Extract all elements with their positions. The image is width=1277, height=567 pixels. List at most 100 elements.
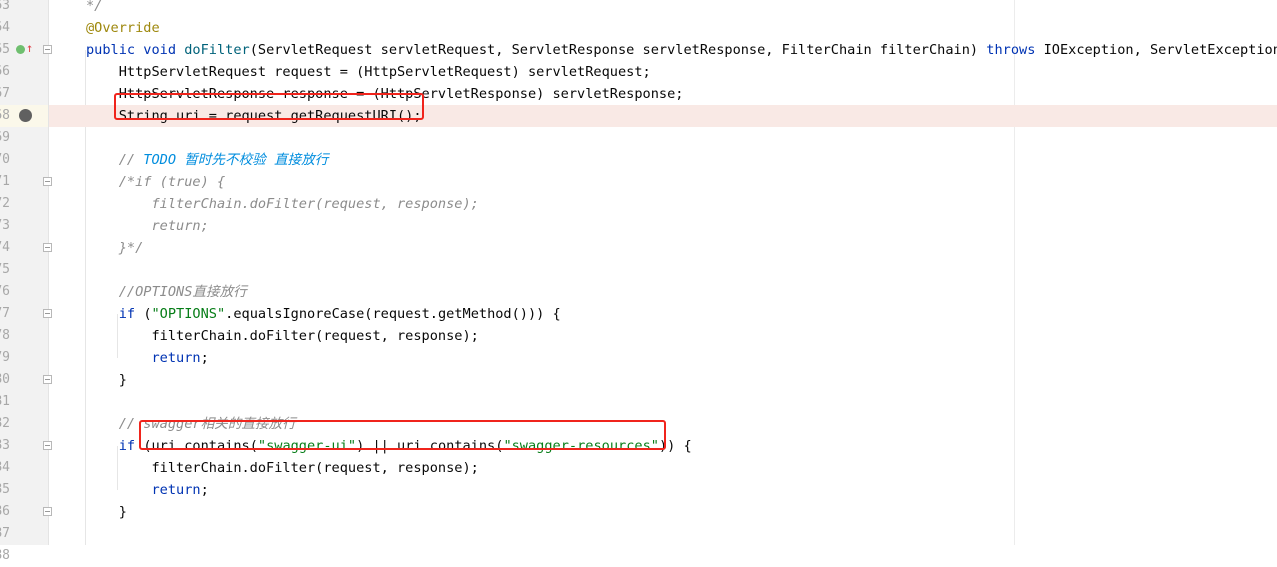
code-line[interactable]: 84 filterChain.doFilter(request, respons…: [0, 457, 1277, 479]
line-number[interactable]: 79: [0, 347, 10, 369]
code-token: //: [86, 152, 144, 168]
line-number[interactable]: 86: [0, 501, 10, 523]
line-number[interactable]: 73: [0, 215, 10, 237]
code-text: if ("OPTIONS".equalsIgnoreCase(request.g…: [86, 303, 561, 325]
line-number[interactable]: 78: [0, 325, 10, 347]
code-token: }: [86, 372, 127, 388]
code-text: }: [86, 369, 127, 391]
line-number[interactable]: 67: [0, 83, 10, 105]
line-background: [49, 171, 1277, 193]
implements-method-icon[interactable]: [16, 45, 25, 54]
line-number[interactable]: 87: [0, 523, 10, 545]
code-line[interactable]: 75: [0, 259, 1277, 281]
code-token: filterChain.doFilter(request, response);: [86, 328, 479, 344]
code-line[interactable]: 65 ↑ public void doFilter(ServletRequest s…: [0, 39, 1277, 61]
code-token: ;: [200, 350, 209, 366]
code-token: return: [151, 350, 201, 366]
code-text: filterChain.doFilter(request, response);: [86, 457, 478, 479]
code-line[interactable]: 64 @Override: [0, 17, 1277, 39]
line-number[interactable]: 80: [0, 369, 10, 391]
line-number[interactable]: 66: [0, 61, 10, 83]
code-text: //OPTIONS直接放行: [86, 281, 247, 303]
code-text: */: [86, 0, 102, 17]
code-line[interactable]: 73 return;: [0, 215, 1277, 237]
code-line[interactable]: 88: [0, 545, 1277, 567]
line-number[interactable]: 63: [0, 0, 10, 17]
line-background: [49, 369, 1277, 391]
code-line[interactable]: 74 }*/: [0, 237, 1277, 259]
code-text: filterChain.doFilter(request, response);: [86, 325, 479, 347]
breakpoint-icon[interactable]: [19, 109, 32, 122]
code-line[interactable]: 78 filterChain.doFilter(request, respons…: [0, 325, 1277, 347]
code-line[interactable]: 79 return;: [0, 347, 1277, 369]
code-token: (ServletRequest servletRequest, ServletR…: [249, 42, 987, 58]
line-background: [49, 523, 1277, 545]
line-number[interactable]: 76: [0, 281, 10, 303]
line-background: [49, 479, 1277, 501]
code-line[interactable]: 72 filterChain.doFilter(request, respons…: [0, 193, 1277, 215]
line-number[interactable]: 75: [0, 259, 10, 281]
line-background: [49, 0, 1277, 17]
code-token: (: [143, 306, 152, 322]
override-arrow-icon[interactable]: ↑: [26, 41, 33, 55]
code-token: "OPTIONS": [151, 306, 226, 322]
code-token: return;: [86, 218, 209, 234]
code-line[interactable]: 77 if ("OPTIONS".equalsIgnoreCase(reques…: [0, 303, 1277, 325]
line-number[interactable]: 81: [0, 391, 10, 413]
code-line[interactable]: 70 // TODO 暂时先不校验 直接放行: [0, 149, 1277, 171]
line-number[interactable]: 82: [0, 413, 10, 435]
fold-toggle-icon[interactable]: [43, 45, 52, 54]
line-background: [49, 347, 1277, 369]
annotation-box-swagger-condition: [139, 420, 666, 450]
code-text: /*if (true) {: [86, 171, 225, 193]
line-number[interactable]: 68: [0, 105, 10, 127]
code-token: TODO 暂时先不校验 直接放行: [143, 152, 329, 168]
line-number[interactable]: 85: [0, 479, 10, 501]
line-background: [49, 259, 1277, 281]
code-text: }: [86, 501, 127, 523]
code-text: HttpServletRequest request = (HttpServle…: [86, 61, 651, 83]
code-line[interactable]: 76 //OPTIONS直接放行: [0, 281, 1277, 303]
line-number[interactable]: 74: [0, 237, 10, 259]
line-background: [49, 215, 1277, 237]
code-token: //OPTIONS直接放行: [86, 284, 247, 300]
line-number[interactable]: 64: [0, 17, 10, 39]
line-number[interactable]: 72: [0, 193, 10, 215]
line-number[interactable]: 88: [0, 545, 10, 567]
code-line[interactable]: 85 return;: [0, 479, 1277, 501]
code-line[interactable]: 69: [0, 127, 1277, 149]
code-token: filterChain.doFilter(request, response);: [86, 196, 479, 212]
code-line[interactable]: 66 HttpServletRequest request = (HttpSer…: [0, 61, 1277, 83]
line-number[interactable]: 84: [0, 457, 10, 479]
code-line[interactable]: 87: [0, 523, 1277, 545]
code-line[interactable]: 71 /*if (true) {: [0, 171, 1277, 193]
line-number[interactable]: 65: [0, 39, 10, 61]
fold-toggle-icon[interactable]: [43, 507, 52, 516]
line-number[interactable]: 69: [0, 127, 10, 149]
line-background: [49, 545, 1277, 567]
code-token: @Override: [86, 20, 160, 36]
fold-toggle-icon[interactable]: [43, 243, 52, 252]
code-line[interactable]: 81: [0, 391, 1277, 413]
annotation-box-uri-line: [114, 93, 424, 120]
fold-toggle-icon[interactable]: [43, 309, 52, 318]
code-line[interactable]: 63 */: [0, 0, 1277, 17]
line-number[interactable]: 71: [0, 171, 10, 193]
code-line[interactable]: 86 }: [0, 501, 1277, 523]
code-line[interactable]: 80 }: [0, 369, 1277, 391]
fold-toggle-icon[interactable]: [43, 177, 52, 186]
fold-toggle-icon[interactable]: [43, 441, 52, 450]
fold-toggle-icon[interactable]: [43, 375, 52, 384]
code-token: /*if (true) {: [86, 174, 226, 190]
code-token: .equalsIgnoreCase(request.getMethod())) …: [225, 306, 561, 322]
code-text: }*/: [86, 237, 144, 259]
code-token: HttpServletRequest request = (HttpServle…: [86, 64, 651, 80]
line-number[interactable]: 83: [0, 435, 10, 457]
line-number[interactable]: 70: [0, 149, 10, 171]
code-token: }*/: [86, 240, 144, 256]
line-number[interactable]: 77: [0, 303, 10, 325]
